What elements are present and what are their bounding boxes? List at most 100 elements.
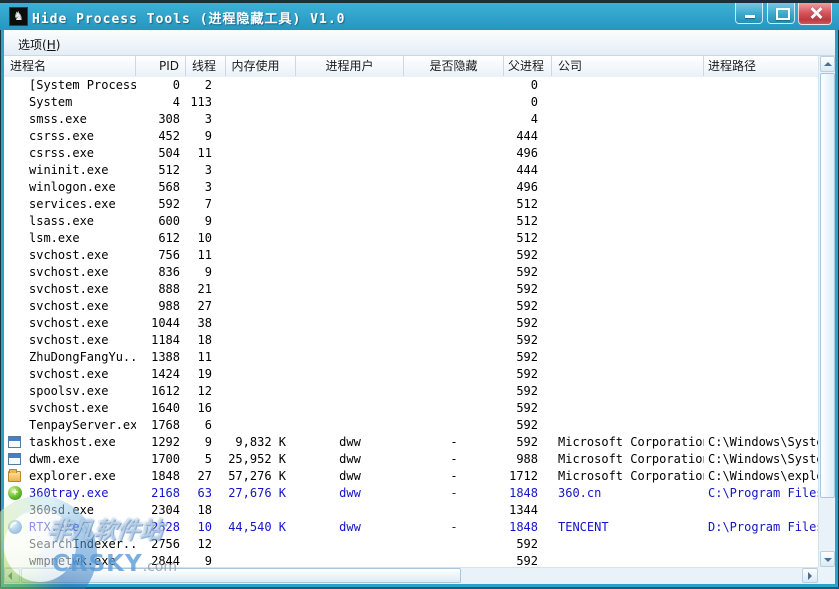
cell-pid: 4 (136, 94, 186, 111)
cell-parent: 592 (504, 434, 552, 451)
table-row[interactable]: explorer.exe18482757,276 Kdww-1712Micros… (4, 468, 818, 485)
menu-item-options[interactable]: 选项(H) (11, 34, 67, 55)
cell-memory (226, 77, 296, 94)
cell-name: services.exe (4, 196, 136, 213)
scroll-right-button[interactable] (802, 568, 818, 583)
cell-company (552, 111, 704, 128)
table-row[interactable]: smss.exe30834 (4, 111, 818, 128)
cell-memory (226, 145, 296, 162)
cell-pid: 2304 (136, 502, 186, 519)
cell-pid: 1184 (136, 332, 186, 349)
table-row[interactable]: svchost.exe164016592 (4, 400, 818, 417)
cell-name: [System Process] (4, 77, 136, 94)
window-icon (8, 453, 21, 465)
table-row[interactable]: services.exe5927512 (4, 196, 818, 213)
cell-parent: 592 (504, 349, 552, 366)
cell-user: dww (296, 434, 404, 451)
scroll-up-button[interactable] (820, 56, 835, 72)
cell-threads: 27 (186, 468, 226, 485)
cell-hidden (404, 417, 504, 434)
horizontal-scrollbar[interactable] (4, 567, 818, 584)
table-row[interactable]: ZhuDongFangYu...138811592 (4, 349, 818, 366)
table-row[interactable]: svchost.exe142419592 (4, 366, 818, 383)
cell-user: dww (296, 519, 404, 536)
table-row[interactable]: winlogon.exe5683496 (4, 179, 818, 196)
cell-threads: 9 (186, 213, 226, 230)
table-row[interactable]: SearchIndexer...275612592 (4, 536, 818, 553)
cell-name: svchost.exe (4, 298, 136, 315)
cell-threads: 9 (186, 264, 226, 281)
cell-user (296, 179, 404, 196)
cell-name: System (4, 94, 136, 111)
maximize-button[interactable] (767, 3, 795, 24)
cell-memory (226, 400, 296, 417)
cell-parent: 512 (504, 196, 552, 213)
table-row[interactable]: wininit.exe5123444 (4, 162, 818, 179)
cell-memory (226, 213, 296, 230)
table-row[interactable]: svchost.exe8369592 (4, 264, 818, 281)
column-header-parent[interactable]: 父进程 (504, 56, 552, 76)
cell-memory (226, 366, 296, 383)
cell-threads: 38 (186, 315, 226, 332)
table-row[interactable]: svchost.exe118418592 (4, 332, 818, 349)
close-button[interactable] (798, 3, 832, 25)
cell-hidden (404, 145, 504, 162)
column-header-memory[interactable]: 内存使用 (226, 56, 296, 76)
column-header-user[interactable]: 进程用户 (296, 56, 404, 76)
table-row[interactable]: spoolsv.exe161212592 (4, 383, 818, 400)
horizontal-scrollbar-thumb[interactable] (21, 568, 461, 583)
cell-path (704, 94, 818, 111)
table-row[interactable]: wmpnetwk.exe28449592 (4, 553, 818, 567)
table-row[interactable]: lsass.exe6009512 (4, 213, 818, 230)
cell-path (704, 332, 818, 349)
table-row[interactable]: TenpayServer.exe17686592 (4, 417, 818, 434)
cell-threads: 18 (186, 332, 226, 349)
table-row[interactable]: csrss.exe4529444 (4, 128, 818, 145)
minimize-button[interactable] (735, 3, 763, 24)
cell-pid: 1044 (136, 315, 186, 332)
scroll-left-button[interactable] (4, 568, 20, 583)
table-row[interactable]: csrss.exe50411496 (4, 145, 818, 162)
cell-path (704, 536, 818, 553)
scroll-down-button[interactable] (820, 551, 835, 567)
cell-path (704, 77, 818, 94)
cell-company (552, 94, 704, 111)
cell-pid: 452 (136, 128, 186, 145)
column-header-threads[interactable]: 线程 (186, 56, 226, 76)
cell-pid: 600 (136, 213, 186, 230)
table-row[interactable]: svchost.exe98827592 (4, 298, 818, 315)
column-header-company[interactable]: 公司 (552, 56, 704, 76)
cell-company (552, 162, 704, 179)
table-row[interactable]: taskhost.exe129299,832 Kdww-592Microsoft… (4, 434, 818, 451)
cell-user: dww (296, 468, 404, 485)
cell-threads: 18 (186, 502, 226, 519)
table-row[interactable]: 360sd.exe2304181344 (4, 502, 818, 519)
column-header-name[interactable]: 进程名 (4, 56, 136, 76)
table-row[interactable]: svchost.exe88821592 (4, 281, 818, 298)
column-header-pid[interactable]: PID (136, 56, 186, 76)
table-row[interactable]: dwm.exe1700525,952 Kdww-988Microsoft Cor… (4, 451, 818, 468)
table-row[interactable]: [System Process]020 (4, 77, 818, 94)
cell-memory (226, 94, 296, 111)
folder-icon (8, 471, 21, 482)
vertical-scrollbar[interactable] (818, 56, 835, 567)
cell-company (552, 145, 704, 162)
column-header-hidden[interactable]: 是否隐藏 (404, 56, 504, 76)
client-area: 选项(H) 进程名PID线程内存使用进程用户是否隐藏父进程公司进程路径 [Sys… (4, 30, 835, 584)
vertical-scrollbar-thumb[interactable] (820, 73, 835, 498)
table-row[interactable]: svchost.exe104438592 (4, 315, 818, 332)
cell-memory: 9,832 K (226, 434, 296, 451)
table-row[interactable]: svchost.exe75611592 (4, 247, 818, 264)
cell-parent: 496 (504, 145, 552, 162)
cell-path (704, 281, 818, 298)
table-row[interactable]: +360tray.exe21686327,676 Kdww-1848360.cn… (4, 485, 818, 502)
cell-name: SearchIndexer... (4, 536, 136, 553)
cell-threads: 3 (186, 162, 226, 179)
table-row[interactable]: System41130 (4, 94, 818, 111)
table-row[interactable]: RTX.exe23281044,540 Kdww-1848TENCENTD:\P… (4, 519, 818, 536)
table-row[interactable]: lsm.exe61210512 (4, 230, 818, 247)
menubar: 选项(H) (4, 30, 835, 56)
window-title: Hide Process Tools (进程隐藏工具) V1.0 (32, 8, 346, 27)
column-header-path[interactable]: 进程路径 (704, 56, 818, 76)
cell-pid: 308 (136, 111, 186, 128)
